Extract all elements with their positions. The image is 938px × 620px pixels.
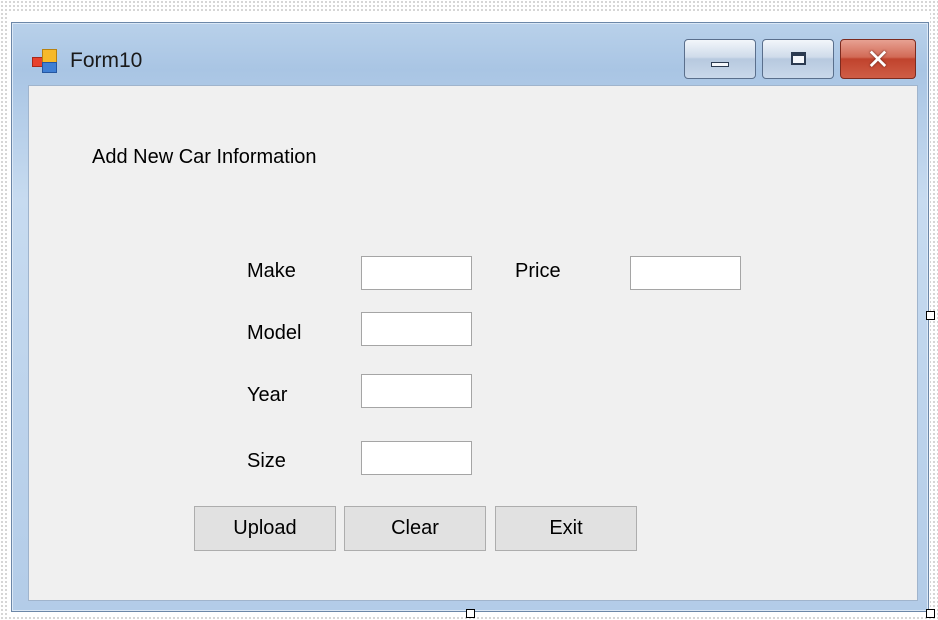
title-bar[interactable]: Form10 ✕ bbox=[12, 23, 928, 85]
make-label: Make bbox=[247, 260, 296, 282]
close-button[interactable]: ✕ bbox=[840, 39, 916, 79]
close-icon: ✕ bbox=[866, 42, 890, 76]
clear-button[interactable]: Clear bbox=[344, 506, 486, 551]
windows-form-icon bbox=[32, 49, 58, 73]
size-input[interactable] bbox=[361, 441, 472, 475]
resize-handle-right[interactable] bbox=[926, 311, 935, 320]
upload-button[interactable]: Upload bbox=[194, 506, 336, 551]
minimize-button[interactable] bbox=[684, 39, 756, 79]
form-window[interactable]: Form10 ✕ Add New Car Information Make Pr… bbox=[11, 22, 929, 612]
make-input[interactable] bbox=[361, 256, 472, 290]
resize-handle-bottom[interactable] bbox=[466, 609, 475, 618]
maximize-button[interactable] bbox=[762, 39, 834, 79]
window-title: Form10 bbox=[70, 49, 143, 72]
resize-handle-corner[interactable] bbox=[926, 609, 935, 618]
form-client-area: Add New Car Information Make Price Model… bbox=[28, 85, 918, 601]
minimize-icon bbox=[711, 62, 729, 67]
price-input[interactable] bbox=[630, 256, 741, 290]
year-label: Year bbox=[247, 384, 288, 406]
year-input[interactable] bbox=[361, 374, 472, 408]
form-heading: Add New Car Information bbox=[92, 146, 317, 168]
model-label: Model bbox=[247, 322, 302, 344]
price-label: Price bbox=[515, 260, 561, 282]
size-label: Size bbox=[247, 450, 286, 472]
model-input[interactable] bbox=[361, 312, 472, 346]
maximize-icon bbox=[791, 52, 806, 65]
exit-button[interactable]: Exit bbox=[495, 506, 637, 551]
